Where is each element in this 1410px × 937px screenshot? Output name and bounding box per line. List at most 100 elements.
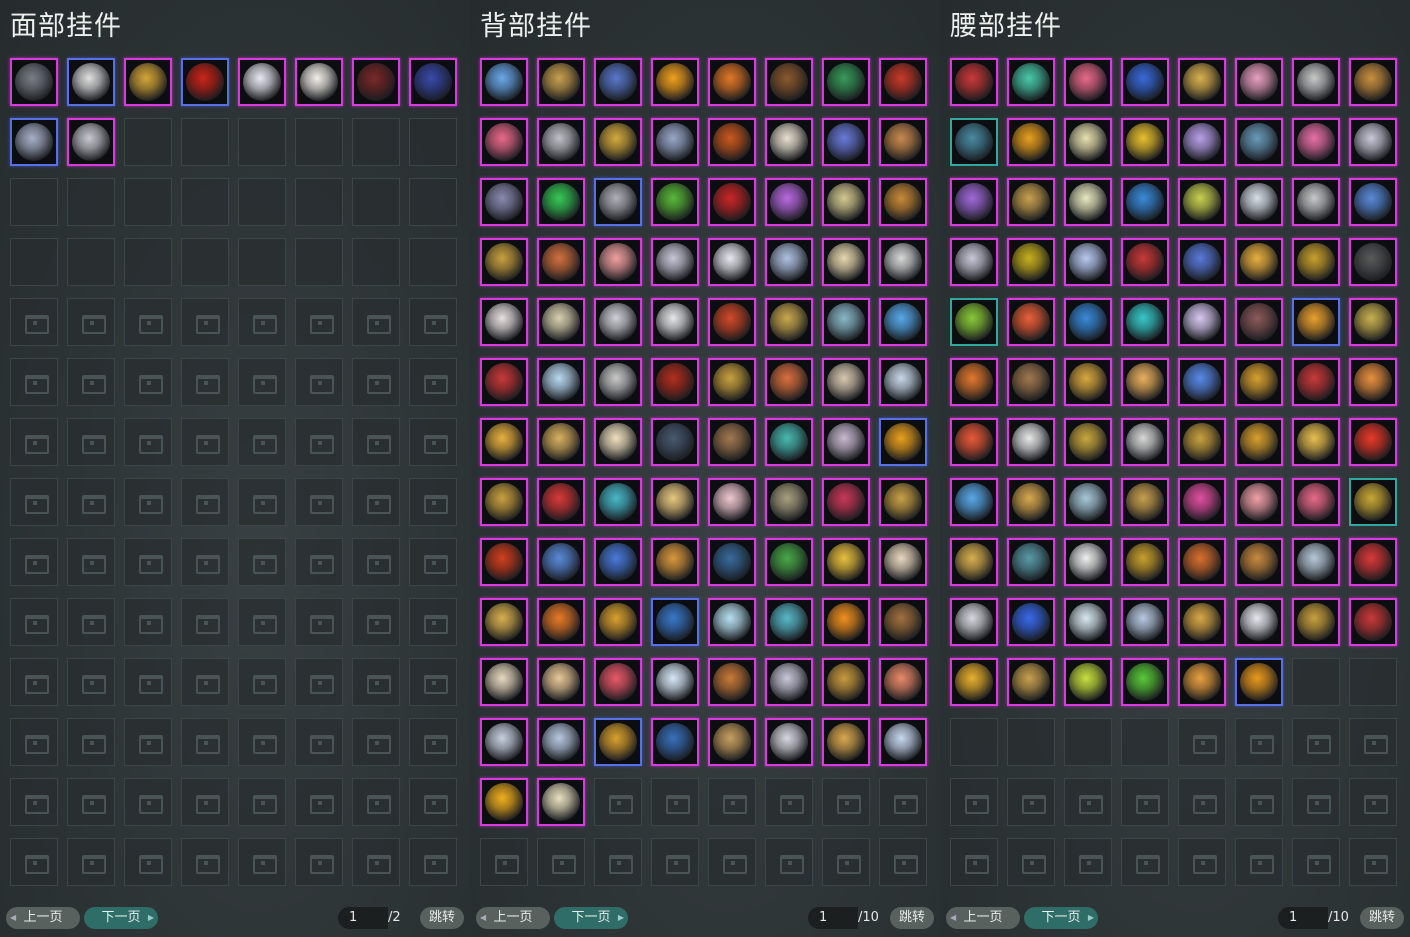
pendant-item-slot[interactable] — [651, 178, 699, 226]
pendant-item-slot[interactable] — [1121, 358, 1169, 406]
pendant-item-slot[interactable] — [708, 358, 756, 406]
pendant-item-slot[interactable] — [879, 478, 927, 526]
pendant-item-slot[interactable] — [651, 238, 699, 286]
pendant-item-slot[interactable] — [1064, 418, 1112, 466]
pendant-item-slot[interactable] — [822, 118, 870, 166]
pendant-item-slot[interactable] — [708, 118, 756, 166]
pendant-item-slot[interactable] — [537, 778, 585, 826]
pendant-item-slot[interactable] — [651, 118, 699, 166]
pendant-item-slot[interactable] — [879, 178, 927, 226]
pendant-item-slot[interactable] — [1064, 298, 1112, 346]
pendant-item-slot[interactable] — [67, 118, 115, 166]
pendant-item-slot[interactable] — [1349, 58, 1397, 106]
pendant-item-slot[interactable] — [765, 58, 813, 106]
prev-page-button[interactable]: 上一页 — [6, 907, 80, 929]
pendant-item-slot[interactable] — [1349, 538, 1397, 586]
pendant-item-slot[interactable] — [822, 478, 870, 526]
pendant-item-slot[interactable] — [1349, 118, 1397, 166]
pendant-item-slot[interactable] — [10, 118, 58, 166]
pendant-item-slot[interactable] — [409, 58, 457, 106]
pendant-item-slot[interactable] — [651, 538, 699, 586]
pendant-item-slot[interactable] — [1064, 238, 1112, 286]
pendant-item-slot[interactable] — [1178, 238, 1226, 286]
pendant-item-slot[interactable] — [822, 658, 870, 706]
pendant-item-slot[interactable] — [708, 418, 756, 466]
pendant-item-slot[interactable] — [594, 298, 642, 346]
prev-page-button[interactable]: 上一页 — [946, 907, 1020, 929]
pendant-item-slot[interactable] — [708, 598, 756, 646]
pendant-item-slot[interactable] — [480, 238, 528, 286]
pendant-item-slot[interactable] — [537, 58, 585, 106]
pendant-item-slot[interactable] — [1064, 358, 1112, 406]
jump-button[interactable]: 跳转 — [420, 907, 464, 929]
pendant-item-slot[interactable] — [1121, 58, 1169, 106]
pendant-item-slot[interactable] — [1235, 538, 1283, 586]
pendant-item-slot[interactable] — [67, 58, 115, 106]
pendant-item-slot[interactable] — [537, 178, 585, 226]
pendant-item-slot[interactable] — [1178, 598, 1226, 646]
pendant-item-slot[interactable] — [480, 58, 528, 106]
pendant-item-slot[interactable] — [480, 418, 528, 466]
pendant-item-slot[interactable] — [1178, 478, 1226, 526]
pendant-item-slot[interactable] — [822, 718, 870, 766]
pendant-item-slot[interactable] — [879, 298, 927, 346]
pendant-item-slot[interactable] — [537, 598, 585, 646]
pendant-item-slot[interactable] — [879, 658, 927, 706]
jump-button[interactable]: 跳转 — [1360, 907, 1404, 929]
pendant-item-slot[interactable] — [1007, 118, 1055, 166]
pendant-item-slot[interactable] — [1064, 178, 1112, 226]
page-number-input[interactable]: 1 — [808, 907, 858, 929]
pendant-item-slot[interactable] — [765, 658, 813, 706]
pendant-item-slot[interactable] — [1292, 418, 1340, 466]
pendant-item-slot[interactable] — [765, 358, 813, 406]
pendant-item-slot[interactable] — [1178, 58, 1226, 106]
pendant-item-slot[interactable] — [480, 658, 528, 706]
pendant-item-slot[interactable] — [1292, 598, 1340, 646]
pendant-item-slot[interactable] — [950, 598, 998, 646]
pendant-item-slot[interactable] — [1007, 298, 1055, 346]
pendant-item-slot[interactable] — [708, 238, 756, 286]
pendant-item-slot[interactable] — [480, 778, 528, 826]
pendant-item-slot[interactable] — [651, 718, 699, 766]
pendant-item-slot[interactable] — [1292, 538, 1340, 586]
pendant-item-slot[interactable] — [594, 718, 642, 766]
pendant-item-slot[interactable] — [651, 478, 699, 526]
pendant-item-slot[interactable] — [1235, 358, 1283, 406]
pendant-item-slot[interactable] — [480, 178, 528, 226]
next-page-button[interactable]: 下一页 — [554, 907, 628, 929]
pendant-item-slot[interactable] — [480, 718, 528, 766]
pendant-item-slot[interactable] — [1064, 58, 1112, 106]
pendant-item-slot[interactable] — [1121, 418, 1169, 466]
pendant-item-slot[interactable] — [708, 178, 756, 226]
pendant-item-slot[interactable] — [765, 238, 813, 286]
pendant-item-slot[interactable] — [950, 478, 998, 526]
pendant-item-slot[interactable] — [651, 358, 699, 406]
pendant-item-slot[interactable] — [1349, 598, 1397, 646]
pendant-item-slot[interactable] — [1349, 358, 1397, 406]
pendant-item-slot[interactable] — [594, 358, 642, 406]
pendant-item-slot[interactable] — [1292, 178, 1340, 226]
pendant-item-slot[interactable] — [1007, 598, 1055, 646]
pendant-item-slot[interactable] — [879, 58, 927, 106]
pendant-item-slot[interactable] — [950, 118, 998, 166]
pendant-item-slot[interactable] — [765, 178, 813, 226]
pendant-item-slot[interactable] — [1064, 658, 1112, 706]
pendant-item-slot[interactable] — [594, 418, 642, 466]
pendant-item-slot[interactable] — [708, 718, 756, 766]
pendant-item-slot[interactable] — [1064, 118, 1112, 166]
pendant-item-slot[interactable] — [822, 58, 870, 106]
pendant-item-slot[interactable] — [1007, 478, 1055, 526]
pendant-item-slot[interactable] — [1121, 118, 1169, 166]
pendant-item-slot[interactable] — [950, 298, 998, 346]
pendant-item-slot[interactable] — [1235, 118, 1283, 166]
next-page-button[interactable]: 下一页 — [1024, 907, 1098, 929]
pendant-item-slot[interactable] — [1349, 298, 1397, 346]
next-page-button[interactable]: 下一页 — [84, 907, 158, 929]
pendant-item-slot[interactable] — [1349, 478, 1397, 526]
pendant-item-slot[interactable] — [822, 238, 870, 286]
pendant-item-slot[interactable] — [1064, 478, 1112, 526]
pendant-item-slot[interactable] — [352, 58, 400, 106]
pendant-item-slot[interactable] — [765, 718, 813, 766]
pendant-item-slot[interactable] — [594, 538, 642, 586]
pendant-item-slot[interactable] — [1178, 418, 1226, 466]
